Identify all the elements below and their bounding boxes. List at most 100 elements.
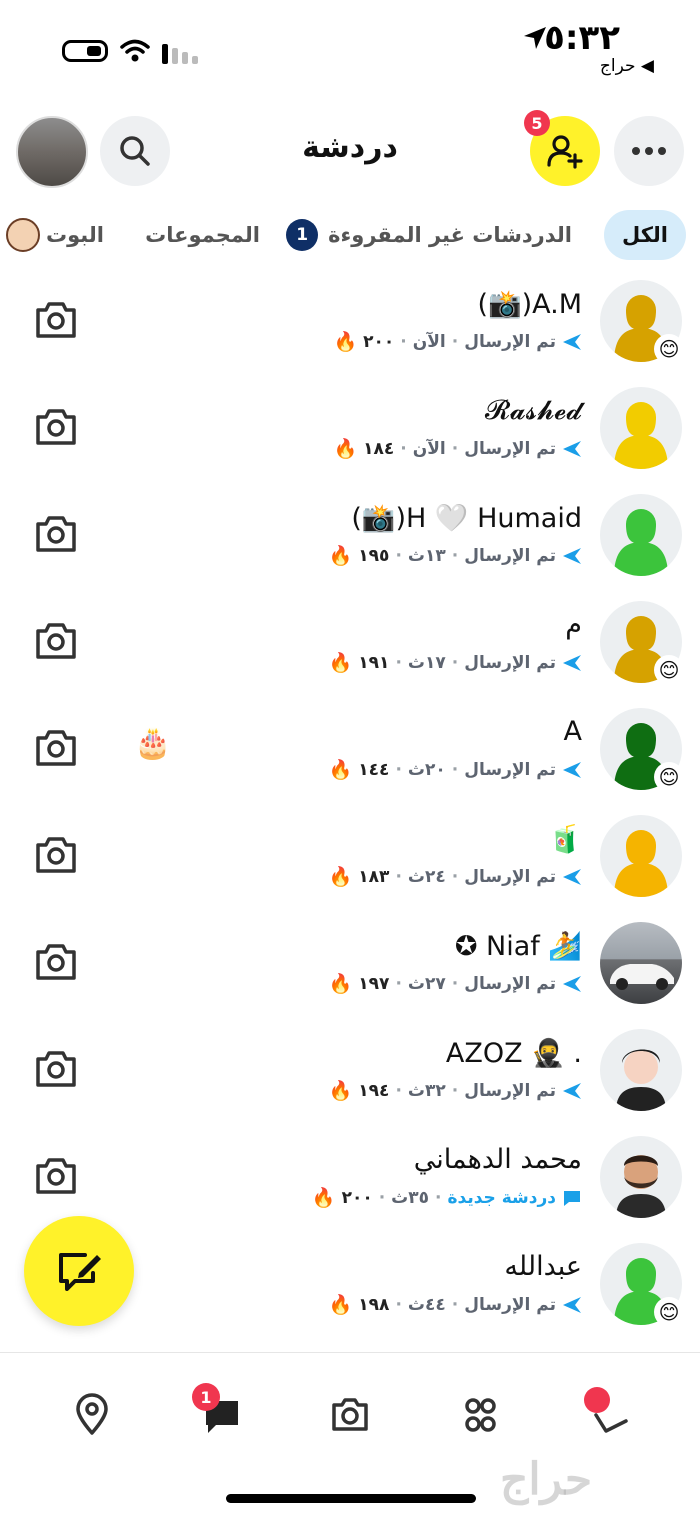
chat-time: ٤٤ث (407, 1294, 446, 1315)
separator-dot: · (395, 973, 402, 994)
chat-status: تم الإرسال (464, 438, 556, 459)
chat-meta: تم الإرسال · ١٧ث · ١٩١ 🔥 (329, 651, 582, 674)
camera-reply-icon[interactable] (34, 407, 78, 447)
chat-avatar[interactable] (600, 1029, 682, 1111)
camera-reply-icon[interactable] (34, 1156, 78, 1196)
chat-time: ٢٠ث (407, 759, 446, 780)
stories-icon[interactable] (458, 1393, 502, 1437)
chat-status: تم الإرسال (464, 759, 556, 780)
chat-meta: تم الإرسال · ٢٤ث · ١٨٣ 🔥 (329, 865, 582, 888)
more-dots-icon (632, 147, 666, 155)
separator-dot: · (400, 331, 407, 352)
fire-streak-icon: 🔥 (328, 1080, 353, 1102)
compose-chat-icon (59, 1253, 101, 1291)
map-icon[interactable] (70, 1393, 114, 1437)
camera-reply-icon[interactable] (34, 728, 78, 768)
tab-unread-label: الدردشات غير المقروءة (328, 223, 572, 247)
separator-dot: · (451, 1080, 459, 1101)
status-time: ٥:٣٢ (544, 18, 620, 58)
camera-reply-icon[interactable] (34, 300, 78, 340)
chat-row[interactable]: H 🤍 Humaid(📸) تم الإرسال · ١٣ث · ١٩٥ 🔥 (0, 494, 700, 601)
chat-row[interactable]: 🏄 Niaf ✪ تم الإرسال · ٢٧ث · ١٩٧ 🔥 (0, 922, 700, 1029)
unread-count-badge: 1 (286, 219, 319, 251)
chat-name: . 🥷 AZOZ (445, 1038, 582, 1069)
separator-dot: · (451, 1294, 459, 1315)
separator-dot: · (451, 652, 459, 673)
chat-meta: تم الإرسال · ٢٠ث · ١٤٤ 🔥 (329, 758, 582, 781)
streak-count: ١٨٤ (363, 438, 395, 459)
tab-all[interactable]: الكل (603, 210, 686, 260)
friend-requests-badge: 5 (524, 110, 550, 136)
streak-count: ١٤٤ (358, 759, 390, 780)
chat-status: تم الإرسال (464, 1294, 556, 1315)
chat-notification-badge: 1 (192, 1383, 220, 1411)
fire-streak-icon: 🔥 (328, 1294, 353, 1316)
chat-avatar[interactable] (600, 815, 682, 897)
camera-reply-icon[interactable] (34, 1049, 78, 1089)
separator-dot: · (395, 545, 402, 566)
chat-name: A.M(📸) (477, 289, 582, 320)
tab-bots[interactable]: البوت (6, 210, 104, 260)
back-to-app-link[interactable]: ◀ حراج (600, 56, 654, 76)
separator-dot: · (435, 1187, 442, 1208)
chat-avatar[interactable] (600, 1136, 682, 1218)
chat-name: عبدالله (504, 1251, 582, 1282)
home-indicator (226, 1494, 476, 1503)
tab-groups[interactable]: المجموعات (145, 210, 260, 260)
add-friend-icon (547, 135, 583, 169)
chat-status: تم الإرسال (464, 866, 556, 887)
separator-dot: · (395, 759, 402, 780)
sent-arrow-icon (563, 761, 581, 778)
separator-dot: · (451, 866, 459, 887)
chat-name: 🧃 (548, 824, 582, 855)
sent-arrow-icon (563, 654, 581, 671)
streak-count: ٢٠٠ (341, 1187, 373, 1208)
chat-time: ٣٥ث (391, 1187, 430, 1208)
chat-name: 𝓡𝓪𝓼𝓱𝓮𝓭 (484, 395, 582, 426)
avatar-emoji-badge: 😊 (654, 762, 684, 792)
sent-arrow-icon (563, 975, 581, 992)
chat-time: ١٧ث (407, 652, 446, 673)
camera-reply-icon[interactable] (34, 514, 78, 554)
chat-row[interactable]: 🧃 تم الإرسال · ٢٤ث · ١٨٣ 🔥 (0, 815, 700, 922)
separator-dot: · (400, 438, 407, 459)
chat-avatar[interactable] (600, 494, 682, 576)
watermark-logo: حراج (500, 1454, 593, 1505)
spotlight-icon[interactable] (588, 1393, 632, 1437)
separator-dot: · (378, 1187, 386, 1208)
chat-time: ٢٤ث (407, 866, 446, 887)
separator-dot: · (451, 973, 459, 994)
chat-row[interactable]: 😊 م تم الإرسال · ١٧ث · ١٩١ 🔥 (0, 601, 700, 708)
bot-avatar-icon (6, 218, 40, 252)
chat-avatar[interactable] (600, 387, 682, 469)
camera-reply-icon[interactable] (34, 942, 78, 982)
chat-row[interactable]: . 🥷 AZOZ تم الإرسال · ٣٢ث · ١٩٤ 🔥 (0, 1029, 700, 1136)
chat-row[interactable]: 𝓡𝓪𝓼𝓱𝓮𝓭 تم الإرسال · الآن · ١٨٤ 🔥 (0, 387, 700, 494)
chat-status: تم الإرسال (464, 652, 556, 673)
chat-status: دردشة جديدة (447, 1187, 557, 1208)
chat-row[interactable]: 😊 A تم الإرسال · ٢٠ث · ١٤٤ 🔥 🎂 (0, 708, 700, 815)
chat-status: تم الإرسال (464, 973, 556, 994)
chat-name: A (563, 716, 582, 747)
chat-row[interactable]: 😊 A.M(📸) تم الإرسال · الآن · ٢٠٠ 🔥 (0, 280, 700, 387)
sent-arrow-icon (563, 1082, 581, 1099)
chat-avatar[interactable] (600, 922, 682, 1004)
chat-time: ٣٢ث (407, 1080, 446, 1101)
more-options-button[interactable] (614, 116, 684, 186)
streak-count: ١٩٧ (358, 973, 390, 994)
camera-reply-icon[interactable] (34, 835, 78, 875)
cellular-signal-icon (162, 44, 198, 64)
chat-time: الآن (412, 438, 446, 459)
chat-meta: تم الإرسال · ٣٢ث · ١٩٤ 🔥 (329, 1079, 582, 1102)
chat-name: H 🤍 Humaid(📸) (351, 503, 582, 534)
sent-arrow-icon (563, 1296, 581, 1313)
tab-unread[interactable]: الدردشات غير المقروءة 1 (286, 210, 572, 260)
fire-streak-icon: 🔥 (333, 331, 358, 353)
birthday-cake-icon: 🎂 (134, 726, 172, 761)
sent-arrow-icon (563, 547, 581, 564)
separator-dot: · (395, 652, 402, 673)
camera-icon[interactable] (328, 1393, 372, 1437)
separator-dot: · (451, 759, 459, 780)
camera-reply-icon[interactable] (34, 621, 78, 661)
new-chat-button[interactable] (24, 1216, 134, 1326)
